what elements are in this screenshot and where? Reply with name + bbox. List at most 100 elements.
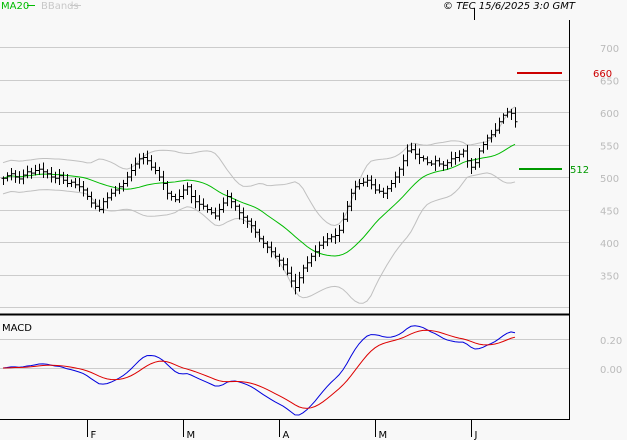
price-tick-label: 350 — [600, 272, 619, 283]
ohlc-bar — [301, 264, 306, 284]
ohlc-bar — [37, 163, 42, 175]
ohlc-bar — [393, 171, 398, 188]
price-tick-label: 600 — [600, 109, 619, 120]
ohlc-bar — [429, 160, 434, 166]
ohlc-bar — [389, 180, 394, 192]
ohlc-bar — [281, 257, 286, 271]
month-label: F — [91, 430, 97, 440]
ohlc-bar — [385, 185, 390, 199]
ohlc-bar — [433, 155, 438, 171]
ohlc-bar — [77, 177, 82, 192]
ohlc-bar — [157, 166, 162, 181]
ohlc-bar — [57, 169, 62, 185]
ohlc-bar — [213, 207, 218, 220]
ohlc-bar — [165, 180, 170, 200]
price-tick-label: 700 — [600, 44, 619, 55]
price-tick-label: 400 — [600, 239, 619, 250]
month-label: A — [283, 430, 290, 440]
price-tick-label: 500 — [600, 174, 619, 185]
ohlc-bar — [137, 153, 142, 169]
ohlc-bar — [177, 189, 182, 203]
ohlc-bar — [181, 184, 186, 200]
ohlc-bar — [133, 157, 138, 176]
ohlc-bar — [153, 162, 158, 175]
price-gridlines — [0, 47, 569, 308]
ohlc-bar — [465, 144, 470, 168]
ohlc-bar — [425, 156, 430, 166]
ohlc-bar — [273, 247, 278, 259]
month-label: J — [474, 430, 478, 440]
ohlc-bar — [81, 181, 86, 197]
month-label: M — [187, 430, 196, 440]
ohlc-bar — [333, 228, 338, 244]
macd-gridlines — [0, 339, 569, 369]
ohlc-bar — [73, 178, 78, 189]
ohlc-bar — [229, 192, 234, 209]
ohlc-bar — [449, 151, 454, 167]
support-level-label: 512 — [570, 165, 589, 176]
ohlc-bar — [413, 143, 418, 160]
ohlc-bar — [109, 188, 114, 201]
ohlc-bar — [349, 188, 354, 212]
month-label: M — [379, 430, 388, 440]
ohlc-bar — [401, 154, 406, 176]
ohlc-bar — [141, 152, 146, 165]
ohlc-bar — [69, 179, 74, 187]
ohlc-bar — [373, 178, 378, 194]
ohlc-bar — [441, 160, 446, 171]
ohlc-bar — [9, 168, 14, 181]
ohlc-bar — [325, 233, 330, 247]
ohlc-bar — [149, 155, 154, 171]
ohlc-bar — [161, 170, 166, 191]
ohlc-bar — [421, 155, 426, 162]
ohlc-bar — [345, 200, 350, 222]
ohlc-bar — [329, 233, 334, 243]
macd-tick-label: 0.20 — [600, 336, 622, 347]
ohlc-bar — [237, 204, 242, 220]
legend-bbands: BBands — [41, 1, 79, 12]
signal-line — [2, 329, 516, 409]
ohlc-bar — [437, 157, 442, 167]
ohlc-bar — [417, 148, 422, 165]
ohlc-bar — [189, 184, 194, 204]
ohlc-bar — [361, 177, 366, 187]
ohlc-bar — [233, 199, 238, 211]
month-axis: FMAMJ — [87, 420, 478, 440]
ohlc-bar — [445, 159, 450, 170]
copyright-timestamp: © TEC 15/6/2025 3:0 GMT — [443, 1, 576, 12]
ohlc-bar — [381, 187, 386, 199]
ohlc-bar — [33, 164, 38, 176]
ohlc-bar — [121, 179, 126, 192]
ohlc-bar — [513, 107, 518, 128]
ohlc-bar — [353, 180, 358, 201]
ohlc-bar — [489, 129, 494, 143]
macd-axis: 0.20 0.00 — [600, 336, 622, 376]
ohlc-bar — [173, 193, 178, 203]
ohlc-bar — [453, 152, 458, 165]
ohlc-bar — [377, 184, 382, 194]
ohlc-bar — [365, 174, 370, 187]
price-bars — [1, 107, 518, 295]
ohlc-bar — [169, 190, 174, 201]
legend-ma20: MA20 — [1, 1, 29, 12]
ohlc-bar — [241, 207, 246, 225]
macd-panel-title: MACD — [2, 323, 32, 334]
ohlc-bar — [293, 273, 298, 295]
ohlc-bar — [461, 148, 466, 158]
ohlc-bar — [225, 189, 230, 207]
ohlc-bar — [317, 241, 322, 257]
ohlc-bar — [305, 256, 310, 273]
ohlc-bar — [249, 218, 254, 233]
ohlc-bar — [201, 198, 206, 210]
ohlc-bar — [105, 192, 110, 209]
ohlc-bar — [41, 162, 46, 178]
bbands-upper-line — [2, 106, 516, 226]
ohlc-bar — [457, 150, 462, 162]
resistance-level-label: 660 — [593, 69, 612, 80]
ohlc-bar — [197, 195, 202, 211]
ohlc-bar — [493, 123, 498, 138]
ohlc-bar — [185, 182, 190, 196]
ohlc-bar — [205, 204, 210, 213]
stock-chart: FMAMJ 700650600550500450400350 0.200.00 … — [0, 1, 622, 440]
ohlc-bar — [297, 271, 302, 292]
